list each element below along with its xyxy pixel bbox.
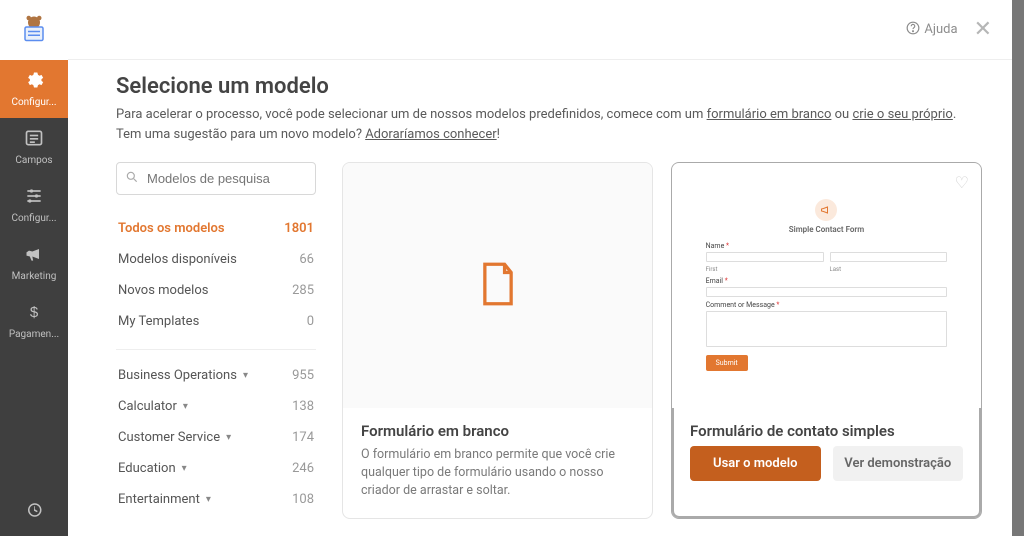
- sidebar-category-label: Customer Service▾: [118, 430, 231, 445]
- search-input[interactable]: [145, 170, 325, 187]
- nav-marketing[interactable]: Marketing: [0, 234, 68, 292]
- chevron-down-icon: ▾: [243, 370, 248, 381]
- view-demo-button[interactable]: Ver demonstração: [833, 446, 964, 481]
- sidebar-filter-label: Modelos disponíveis: [118, 252, 237, 267]
- sidebar-filter-label: Todos os modelos: [118, 221, 225, 236]
- sidebar-category[interactable]: Entertainment▾ 108: [116, 484, 316, 515]
- sidebar-filter[interactable]: Todos os modelos 1801: [116, 213, 316, 244]
- sidebar-filter[interactable]: My Templates 0: [116, 306, 316, 337]
- megaphone-icon: [815, 199, 837, 221]
- sidebar-filter-count: 0: [307, 314, 314, 329]
- nav-label: Configur...: [11, 213, 56, 224]
- sidebar-category[interactable]: Education▾ 246: [116, 453, 316, 484]
- app-logo: [0, 0, 68, 60]
- sliders-icon: [24, 186, 44, 209]
- sidebar-category-label: Entertainment▾: [118, 492, 211, 507]
- sidebar-filter-label: Novos modelos: [118, 283, 208, 298]
- megaphone-icon: [24, 244, 44, 267]
- nav-label: Configur...: [11, 97, 56, 108]
- sidebar-category[interactable]: Business Operations▾ 955: [116, 360, 316, 391]
- sidebar-filter[interactable]: Novos modelos 285: [116, 275, 316, 306]
- chevron-down-icon: ▾: [226, 432, 231, 443]
- sidebar-category[interactable]: Calculator▾ 138: [116, 391, 316, 422]
- help-icon: [906, 21, 920, 39]
- sidebar-category-count: 246: [292, 461, 314, 476]
- search-icon: [125, 169, 145, 188]
- sidebar-category-count: 108: [292, 492, 314, 507]
- use-template-button[interactable]: Usar o modelo: [690, 446, 821, 481]
- template-search[interactable]: [116, 162, 316, 195]
- card-title: Formulário em branco: [361, 422, 634, 440]
- sidebar-category-count: 955: [292, 368, 314, 383]
- sidebar-category-label: Business Operations▾: [118, 368, 248, 383]
- sidebar-category-label: Calculator▾: [118, 399, 188, 414]
- link-create-own[interactable]: crie o seu próprio: [852, 107, 952, 122]
- sidebar-category-count: 138: [292, 399, 314, 414]
- template-card-blank[interactable]: Formulário em branco O formulário em bra…: [342, 162, 653, 519]
- history-icon: [25, 501, 43, 522]
- sidebar-category-count: 174: [292, 430, 314, 445]
- close-icon[interactable]: ✕: [970, 17, 996, 42]
- nav-label: Campos: [15, 155, 52, 166]
- link-blank-form[interactable]: formulário em branco: [707, 107, 832, 122]
- sidebar-filter-count: 285: [292, 283, 314, 298]
- nav-fields[interactable]: Campos: [0, 118, 68, 176]
- link-feedback[interactable]: Adoraríamos conhecer: [365, 127, 496, 142]
- card-desc: O formulário em branco permite que você …: [361, 446, 634, 500]
- nav-payments[interactable]: $ Pagamen...: [0, 292, 68, 350]
- file-icon: [477, 261, 519, 311]
- svg-text:$: $: [30, 304, 39, 321]
- sidebar-filter-count: 1801: [284, 221, 314, 236]
- sidebar-filter-count: 66: [299, 252, 314, 267]
- help-link[interactable]: Ajuda: [906, 21, 957, 39]
- sidebar-separator: [116, 349, 316, 350]
- chevron-down-icon: ▾: [206, 494, 211, 505]
- template-preview: Simple Contact Form Name * First Last Em…: [694, 189, 960, 383]
- list-icon: [24, 128, 44, 151]
- nav-label: Pagamen...: [9, 329, 59, 340]
- chevron-down-icon: ▾: [183, 401, 188, 412]
- nav-settings[interactable]: Configur...: [0, 176, 68, 234]
- heart-icon[interactable]: ♡: [955, 173, 969, 192]
- sidebar-filter[interactable]: Modelos disponíveis 66: [116, 244, 316, 275]
- page-intro: Para acelerar o processo, você pode sele…: [116, 105, 982, 144]
- nav-label: Marketing: [12, 271, 57, 282]
- sidebar-category[interactable]: Customer Service▾ 174: [116, 422, 316, 453]
- nav-setup[interactable]: Configur...: [0, 60, 68, 118]
- sidebar-filter-label: My Templates: [118, 314, 199, 329]
- gear-icon: [24, 70, 44, 93]
- chevron-down-icon: ▾: [182, 463, 187, 474]
- sidebar-category-label: Education▾: [118, 461, 187, 476]
- template-card-simple-contact[interactable]: ♡ Simple Contact Form Name: [671, 162, 982, 519]
- page-title: Selecione um modelo: [116, 74, 982, 99]
- dollar-icon: $: [24, 302, 44, 325]
- card-title: Formulário de contato simples: [690, 422, 963, 440]
- nav-history[interactable]: [0, 486, 68, 536]
